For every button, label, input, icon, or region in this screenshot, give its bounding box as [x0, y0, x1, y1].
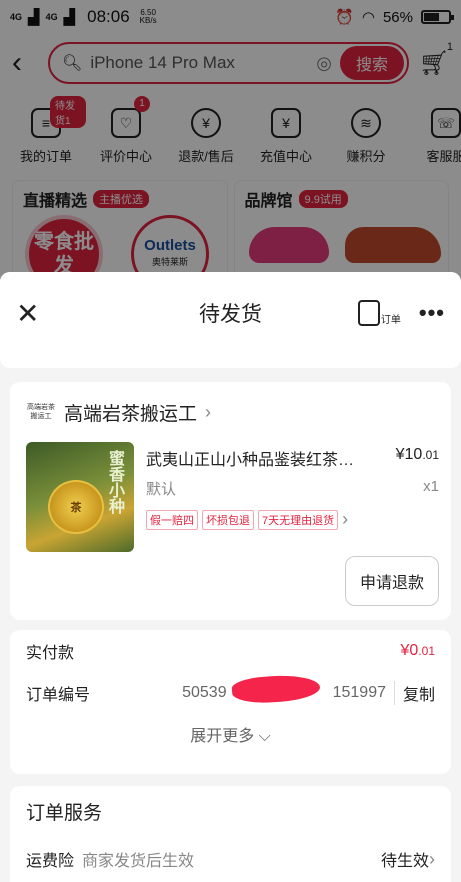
chevron-right-icon: ›: [429, 848, 435, 869]
chevron-right-icon: ›: [205, 401, 212, 422]
shop-card: 高端岩茶搬运工 高端岩茶搬运工 › 蜜香小种 茶 武夷山正山小种品鉴装红茶… 默…: [10, 382, 451, 620]
paid-label: 实付款: [26, 645, 75, 662]
tag-7day-return: 7天无理由退货: [258, 509, 339, 530]
product-thumbnail[interactable]: 蜜香小种 茶: [26, 442, 134, 552]
payment-card: 实付款 ¥0.01 订单编号 50539 151997 复制 展开更多 ⌵: [10, 630, 451, 774]
shop-name[interactable]: 高端岩茶搬运工: [64, 399, 197, 426]
product-qty: x1: [423, 478, 439, 495]
order-icon-label: 订单: [380, 315, 401, 326]
product-name[interactable]: 武夷山正山小种品鉴装红茶…: [146, 446, 376, 470]
order-number: 50539 151997: [182, 672, 386, 706]
expand-more-button[interactable]: 展开更多 ⌵: [26, 722, 435, 746]
service-title: 订单服务: [26, 802, 103, 824]
tea-can-image: 茶: [48, 480, 104, 534]
close-icon[interactable]: ✕: [16, 297, 46, 330]
tag-fake-compensation: 假一赔四: [146, 509, 198, 530]
clipboard-icon: [357, 300, 380, 326]
copy-button[interactable]: 复制: [393, 681, 435, 705]
product-item[interactable]: 蜜香小种 茶 武夷山正山小种品鉴装红茶… 默认 假一赔四 坏损包退 7天无理由退…: [26, 442, 451, 552]
insurance-status: 待生效: [380, 853, 429, 870]
apply-refund-button[interactable]: 申请退款: [344, 556, 439, 606]
order-no-label: 订单编号: [26, 687, 91, 704]
sheet-header-divider: [0, 354, 461, 368]
thumb-calligraphy: 蜜香小种: [106, 450, 123, 514]
service-tags[interactable]: 假一赔四 坏损包退 7天无理由退货 ›: [146, 509, 451, 530]
paid-amount: ¥0.01: [400, 642, 435, 659]
service-card: 订单服务 运费险 商家发货后生效 待生效 ›: [10, 786, 451, 882]
tag-damage-return: 坏损包退: [202, 509, 254, 530]
more-icon[interactable]: •••: [419, 300, 445, 326]
shipping-insurance-row[interactable]: 运费险 商家发货后生效 待生效 ›: [26, 836, 435, 882]
order-list-button[interactable]: 订单: [357, 300, 401, 326]
chevron-right-icon: ›: [342, 509, 349, 529]
insurance-label: 运费险: [26, 853, 75, 870]
shop-row[interactable]: 高端岩茶搬运工 高端岩茶搬运工 ›: [26, 382, 451, 442]
shop-logo: 高端岩茶搬运工: [27, 404, 55, 420]
redaction-scribble: [231, 672, 321, 706]
insurance-desc: 商家发货后生效: [82, 853, 195, 870]
order-detail-sheet: ✕ 待发货 订单 ••• 高端岩茶搬运工 高端岩茶搬运工 › 蜜香小种 茶 武夷…: [0, 272, 461, 882]
product-price: ¥10.01: [395, 446, 439, 463]
